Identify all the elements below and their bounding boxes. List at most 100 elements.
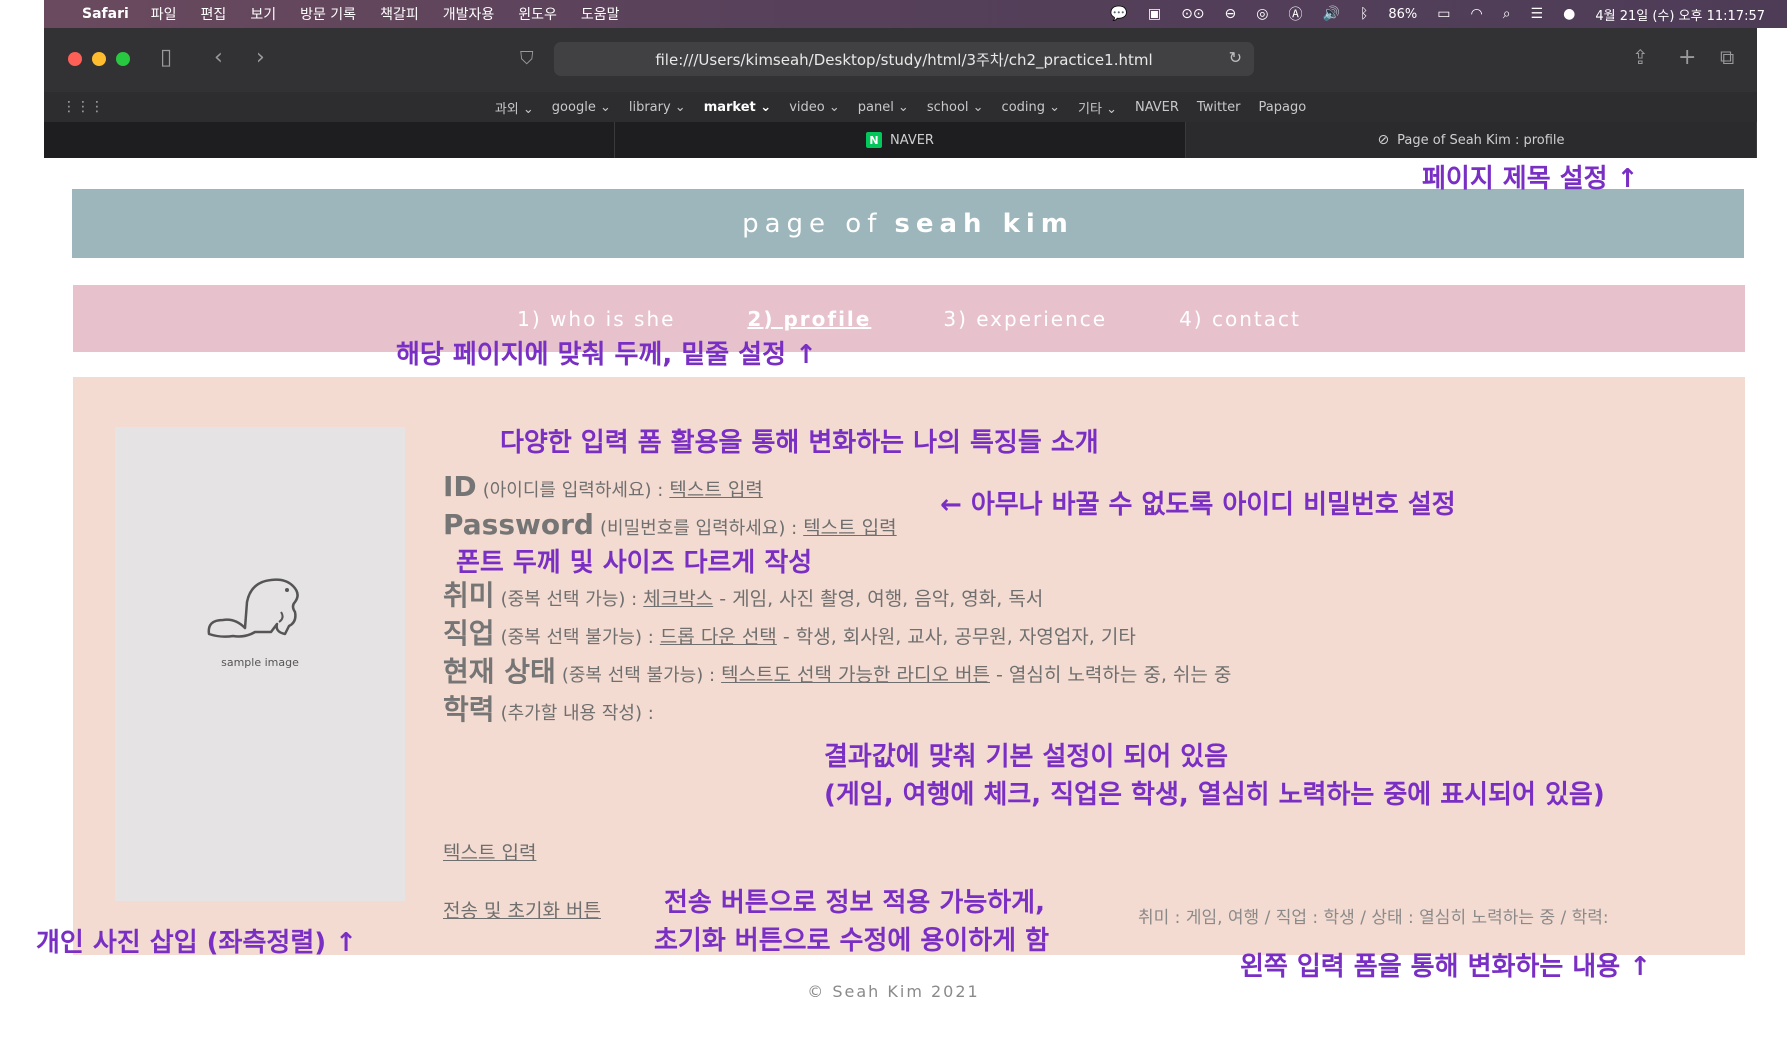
bookmark-market[interactable]: market ⌄ xyxy=(704,100,771,115)
menu-item-develop[interactable]: 개발자용 xyxy=(443,4,495,24)
education-hint: (추가할 내용 작성) : xyxy=(500,703,654,724)
password-label: Password xyxy=(443,508,594,541)
menu-item-view[interactable]: 보기 xyxy=(250,4,276,24)
siri-icon[interactable]: ● xyxy=(1563,6,1575,22)
job-label: 직업 xyxy=(443,617,495,650)
form-id-line: ID (아이디를 입력하세요) : 텍스트 입력 xyxy=(443,470,763,503)
nav-contact[interactable]: 4) contact xyxy=(1179,307,1301,331)
bookmark-google[interactable]: google ⌄ xyxy=(552,100,611,115)
menu-item-edit[interactable]: 편집 xyxy=(201,4,227,24)
form-hobby-line: 취미 (중복 선택 가능) : 체크박스 - 게임, 사진 촬영, 여행, 음악… xyxy=(443,574,1043,614)
new-tab-icon[interactable]: + xyxy=(1678,45,1696,70)
form-buttons-line: 전송 및 초기화 버튼 xyxy=(443,896,601,923)
glasses-icon[interactable]: ⊙⊙ xyxy=(1181,6,1204,22)
annotation-result: 왼쪽 입력 폼을 통해 변화하는 내용 ↑ xyxy=(1240,952,1651,982)
tab-naver[interactable]: N NAVER xyxy=(615,122,1186,158)
menu-item-history[interactable]: 방문 기록 xyxy=(300,4,356,24)
page-header: page of seah kim xyxy=(72,189,1744,258)
form-education-input-line: 텍스트 입력 xyxy=(443,838,536,865)
form-job-line: 직업 (중복 선택 불가능) : 드롭 다운 선택 - 학생, 회사원, 교사,… xyxy=(443,612,1136,652)
address-bar[interactable]: file:///Users/kimseah/Desktop/study/html… xyxy=(554,42,1254,76)
sidebar-icon[interactable]: ▯ xyxy=(160,45,172,70)
minimize-window-button[interactable] xyxy=(92,52,106,66)
annotation-intro: 다양한 입력 폼 활용을 통해 변화하는 나의 특징들 소개 xyxy=(500,428,1099,458)
forward-icon[interactable]: › xyxy=(256,45,265,70)
tab-bar: N NAVER ⊘ Page of Seah Kim : profile xyxy=(44,122,1757,158)
wifi-icon[interactable]: ◠ xyxy=(1470,6,1482,22)
reload-icon[interactable]: ↻ xyxy=(1229,48,1242,67)
annotation-default-2: (게임, 여행에 체크, 직업은 학생, 열심히 노력하는 중에 표시되어 있음… xyxy=(824,780,1605,810)
bookmark-school[interactable]: school ⌄ xyxy=(927,100,984,115)
header-prefix: page of xyxy=(742,208,883,239)
tab-profile[interactable]: ⊘ Page of Seah Kim : profile xyxy=(1186,122,1757,158)
privacy-shield-icon[interactable]: ⛉ xyxy=(520,48,534,69)
close-window-button[interactable] xyxy=(68,52,82,66)
job-options: - 학생, 회사원, 교사, 공무원, 자영업자, 기타 xyxy=(782,626,1136,648)
status-options: - 열심히 노력하는 중, 쉬는 중 xyxy=(996,664,1232,686)
profile-photo: sample image xyxy=(115,427,405,901)
bookmark-papago[interactable]: Papago xyxy=(1259,100,1307,115)
annotation-idpw: ← 아무나 바꿀 수 없도록 아이디 비밀번호 설정 xyxy=(940,490,1456,520)
vpn-icon[interactable]: ⊖ xyxy=(1225,6,1237,22)
bookmark-panel[interactable]: panel ⌄ xyxy=(858,100,909,115)
bookmark-tutoring[interactable]: 과외 ⌄ xyxy=(495,98,534,117)
battery-icon[interactable]: ▭ xyxy=(1437,6,1450,22)
id-hint: (아이디를 입력하세요) : xyxy=(482,480,664,501)
education-input[interactable]: 텍스트 입력 xyxy=(443,842,536,864)
page-footer: © Seah Kim 2021 xyxy=(807,982,980,1001)
header-name: seah kim xyxy=(894,208,1074,239)
input-source-icon[interactable]: Ⓐ xyxy=(1289,4,1303,24)
tab-label: NAVER xyxy=(890,132,934,148)
annotation-font: 폰트 두께 및 사이즈 다르게 작성 xyxy=(456,548,813,578)
airdrop-icon[interactable]: ◎ xyxy=(1256,6,1268,22)
volume-icon[interactable]: 🔊 xyxy=(1323,6,1340,22)
back-icon[interactable]: ‹ xyxy=(214,45,223,70)
menu-app-name[interactable]: Safari xyxy=(82,6,129,22)
annotation-default-1: 결과값에 맞춰 기본 설정이 되어 있음 xyxy=(824,742,1229,772)
naver-favicon-icon: N xyxy=(866,132,883,148)
browser-toolbar: ▯ ‹ › ⛉ file:///Users/kimseah/Desktop/st… xyxy=(44,28,1757,92)
annotation-title: 페이지 제목 설정 ↑ xyxy=(1422,164,1639,194)
menu-item-file[interactable]: 파일 xyxy=(151,4,177,24)
status-hint: (중복 선택 불가능) : xyxy=(561,665,716,686)
id-input[interactable]: 텍스트 입력 xyxy=(669,479,762,501)
bookmark-library[interactable]: library ⌄ xyxy=(629,100,686,115)
menu-item-help[interactable]: 도움말 xyxy=(581,4,620,24)
menu-item-window[interactable]: 윈도우 xyxy=(518,4,557,24)
search-icon[interactable]: ⌕ xyxy=(1503,6,1511,22)
nav-experience[interactable]: 3) experience xyxy=(943,307,1107,331)
tab-overview-icon[interactable]: ⧉ xyxy=(1720,45,1734,69)
share-icon[interactable]: ⇪ xyxy=(1632,45,1649,69)
nav-who-is-she[interactable]: 1) who is she xyxy=(517,307,675,331)
page-nav: 1) who is she 2) profile 3) experience 4… xyxy=(73,285,1745,352)
bookmark-naver[interactable]: NAVER xyxy=(1135,100,1179,115)
chat-icon[interactable]: 💬 xyxy=(1110,6,1127,22)
hobby-options: - 게임, 사진 촬영, 여행, 음악, 영화, 독서 xyxy=(719,588,1044,610)
bookmark-coding[interactable]: coding ⌄ xyxy=(1002,100,1060,115)
tab-blank[interactable] xyxy=(44,122,615,158)
form-education-line: 학력 (추가할 내용 작성) : xyxy=(443,688,654,728)
annotation-nav: 해당 페이지에 맞춰 두께, 밑줄 설정 ↑ xyxy=(396,340,817,370)
status-radio[interactable]: 텍스트도 선택 가능한 라디오 버튼 xyxy=(721,664,990,686)
bookmark-video[interactable]: video ⌄ xyxy=(789,100,840,115)
control-center-icon[interactable]: ☰ xyxy=(1531,6,1544,22)
result-text: 취미 : 게임, 여행 / 직업 : 학생 / 상태 : 열심히 노력하는 중 … xyxy=(1138,908,1609,928)
bluetooth-icon[interactable]: ᛒ xyxy=(1360,6,1368,22)
status-label: 현재 상태 xyxy=(443,655,556,688)
hobby-hint: (중복 선택 가능) : xyxy=(500,589,638,610)
menu-item-bookmarks[interactable]: 책갈피 xyxy=(380,4,419,24)
nav-profile[interactable]: 2) profile xyxy=(747,307,871,331)
menu-clock[interactable]: 4월 21일 (수) 오후 11:17:57 xyxy=(1595,5,1765,24)
hobby-checkbox[interactable]: 체크박스 xyxy=(643,588,713,610)
browser-window: ▯ ‹ › ⛉ file:///Users/kimseah/Desktop/st… xyxy=(44,28,1757,158)
bookmark-twitter[interactable]: Twitter xyxy=(1197,100,1241,115)
apps-grid-icon[interactable]: ⋮⋮⋮ xyxy=(62,99,104,115)
submit-reset-buttons[interactable]: 전송 및 초기화 버튼 xyxy=(443,900,601,922)
password-input[interactable]: 텍스트 입력 xyxy=(803,517,896,539)
camera-icon[interactable]: ▣ xyxy=(1148,6,1161,22)
job-dropdown[interactable]: 드롭 다운 선택 xyxy=(660,626,777,648)
zoom-window-button[interactable] xyxy=(116,52,130,66)
id-label: ID xyxy=(443,470,477,503)
bookmark-etc[interactable]: 기타 ⌄ xyxy=(1078,98,1117,117)
form-password-line: Password (비밀번호를 입력하세요) : 텍스트 입력 xyxy=(443,508,897,541)
